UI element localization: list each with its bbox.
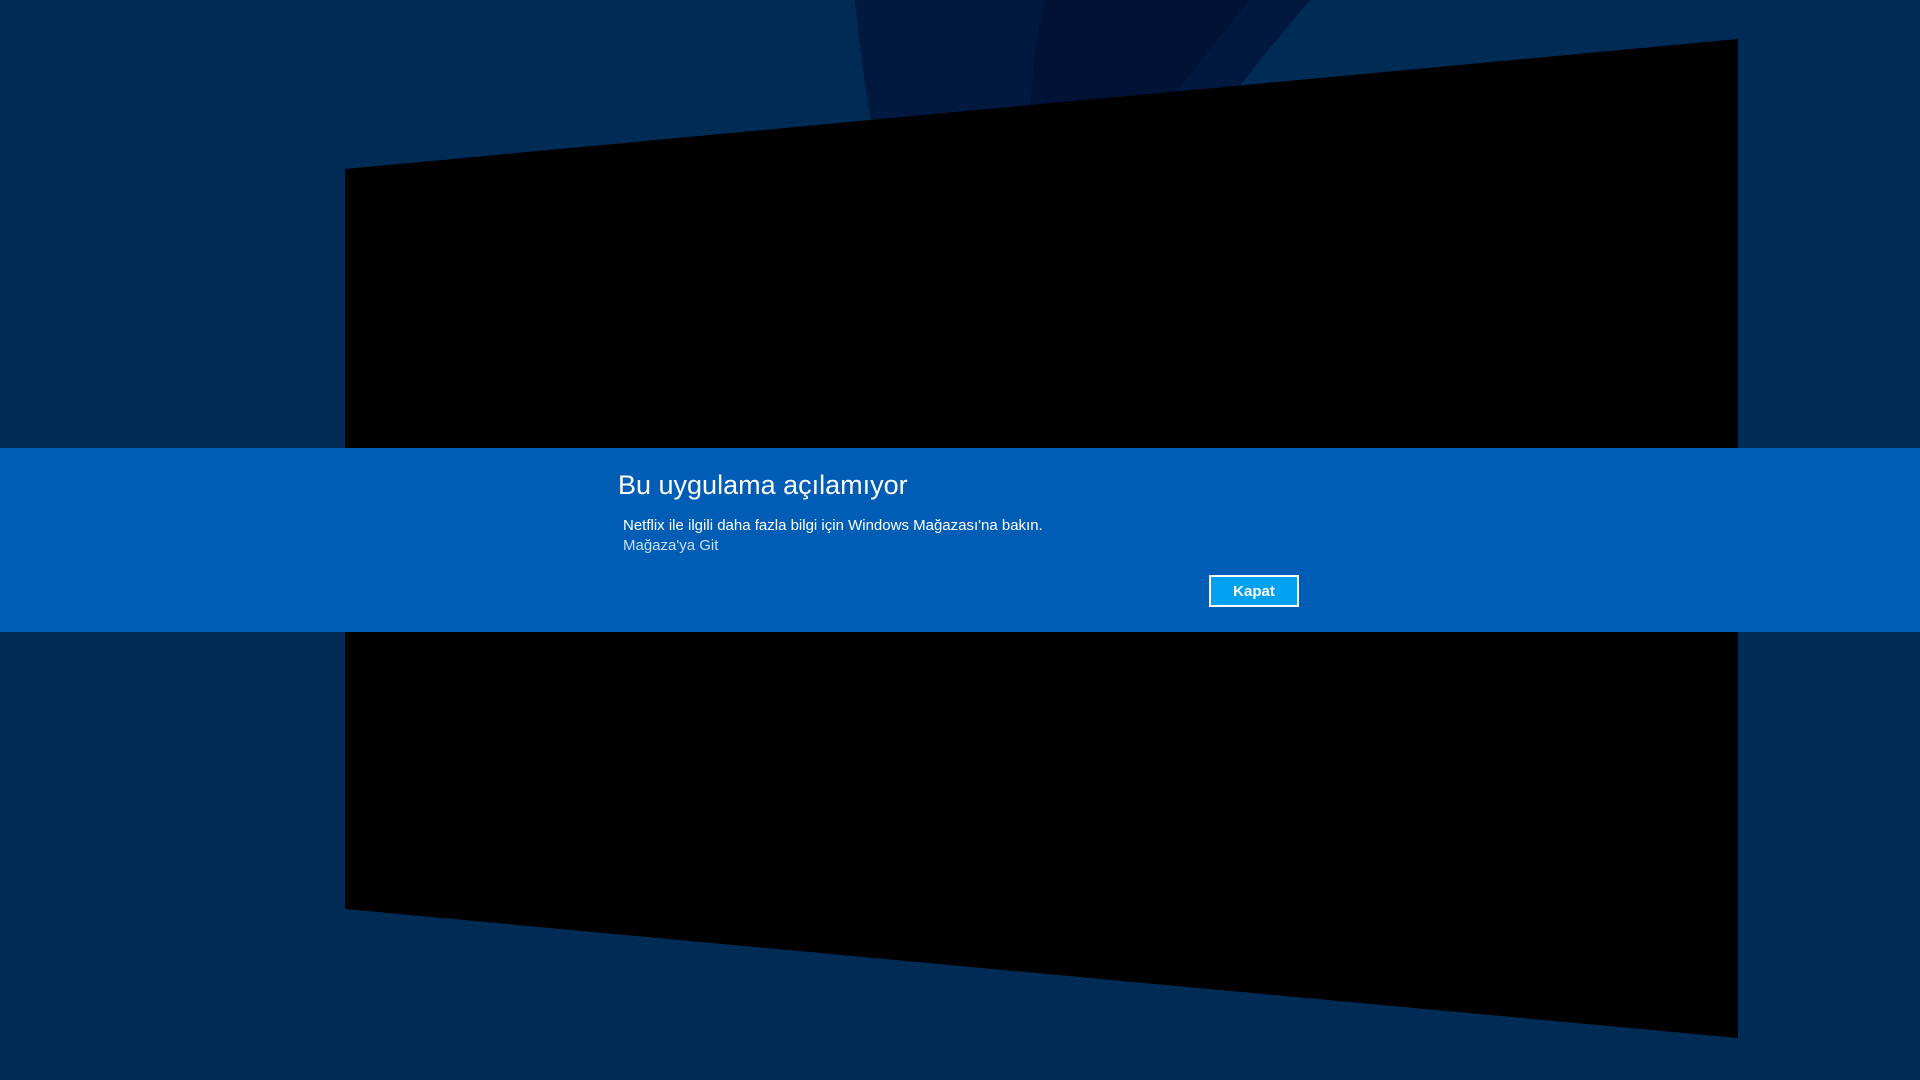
screen: Bu uygulama açılamıyor Netflix ile ilgil… — [0, 0, 1920, 1080]
go-to-store-link[interactable]: Mağaza'ya Git — [623, 537, 718, 554]
close-button[interactable]: Kapat — [1209, 575, 1299, 607]
error-dialog — [0, 448, 1920, 632]
dialog-message: Netflix ile ilgili daha fazla bilgi için… — [623, 517, 1043, 534]
dialog-title: Bu uygulama açılamıyor — [618, 470, 908, 500]
